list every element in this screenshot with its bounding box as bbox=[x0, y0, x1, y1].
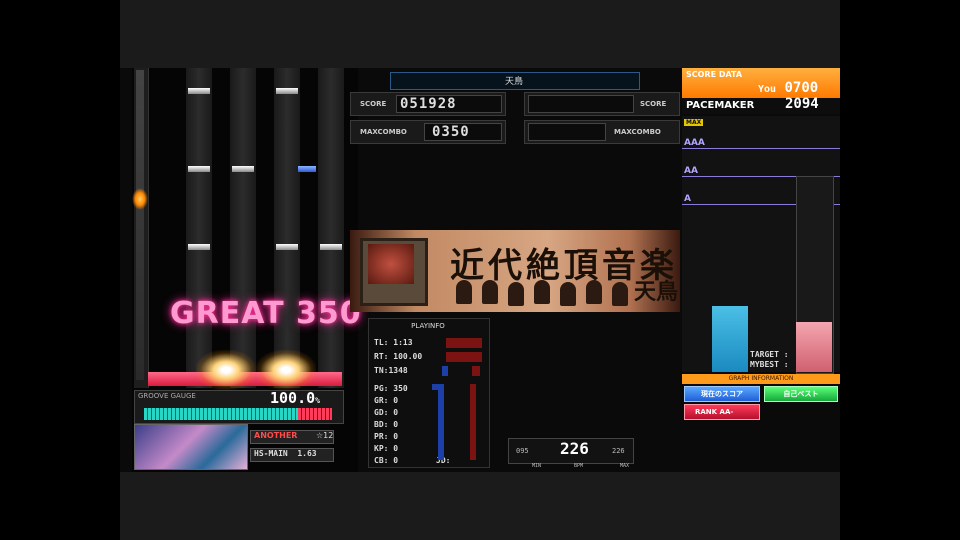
playinfo-bar bbox=[446, 352, 482, 362]
song-jacket-image bbox=[134, 424, 248, 470]
note bbox=[188, 88, 210, 94]
turntable-glow bbox=[132, 188, 148, 210]
pacemaker-value: 2094 bbox=[785, 96, 819, 112]
note bbox=[298, 166, 316, 172]
note bbox=[188, 166, 210, 172]
playinfo-pr: PR: 0 bbox=[374, 432, 399, 441]
game-screen: GREAT 350 GROOVE GAUGE 100.0% ANOTHER ☆1… bbox=[120, 0, 840, 540]
note bbox=[276, 88, 298, 94]
lane-1 bbox=[186, 68, 212, 388]
playinfo-gd: GD: 0 bbox=[374, 408, 399, 417]
graph-bar-target bbox=[796, 322, 832, 372]
playinfo-bd: BD: 0 bbox=[374, 420, 399, 429]
grade-label-aaa: AAA bbox=[684, 138, 705, 148]
grade-label-a: A bbox=[684, 194, 691, 204]
lane-2 bbox=[230, 68, 256, 388]
grade-line-aaa bbox=[682, 148, 840, 149]
playinfo-graph-bar bbox=[438, 390, 444, 460]
banner-subtitle: 天鳥 bbox=[634, 279, 679, 305]
rank-badge: RANK AA- bbox=[684, 404, 760, 420]
playinfo-kp: KP: 0 bbox=[374, 444, 399, 453]
score-value: 051928 bbox=[400, 96, 457, 112]
graph-bar-you bbox=[712, 306, 748, 372]
bpm-label: BPM bbox=[574, 463, 584, 469]
target-label: TARGET : bbox=[750, 350, 789, 359]
letterbox-bottom bbox=[120, 472, 840, 540]
playinfo-pg: PG: 350 bbox=[374, 384, 408, 393]
playinfo-gr: GR: 0 bbox=[374, 396, 399, 405]
bpm-min: 095 bbox=[516, 447, 529, 455]
playinfo-bar bbox=[446, 338, 482, 348]
hispeed-label: HS-MAIN 1.63 bbox=[254, 449, 317, 458]
groove-gauge-clear-zone bbox=[298, 408, 332, 420]
grade-label-aa: AA bbox=[684, 166, 698, 176]
self-best-button[interactable]: 自己ベスト bbox=[764, 386, 838, 402]
rank-label: RANK AA- bbox=[695, 408, 734, 416]
letterbox-top bbox=[120, 0, 840, 68]
note bbox=[320, 244, 342, 250]
playinfo-graph-bar bbox=[470, 384, 476, 460]
self-best-button-label: 自己ベスト bbox=[783, 390, 819, 398]
playinfo-bar bbox=[442, 366, 448, 376]
difficulty-name: ANOTHER bbox=[254, 431, 298, 440]
hit-flash bbox=[196, 350, 256, 390]
playinfo-tl: TL: 1:13 bbox=[374, 338, 413, 347]
current-score-button-label: 現在のスコア bbox=[701, 390, 743, 398]
score-label: SCORE bbox=[360, 100, 387, 108]
playinfo-bar bbox=[472, 366, 480, 376]
playinfo-title: PLAYINFO bbox=[411, 322, 445, 330]
rival-maxcombo-box bbox=[528, 123, 606, 141]
note bbox=[232, 166, 254, 172]
groove-gauge-label: GROOVE GAUGE bbox=[138, 392, 196, 400]
lane-3 bbox=[274, 68, 300, 388]
graph-info-label: GRAPH INFORMATION bbox=[728, 375, 794, 382]
lane-4 bbox=[318, 68, 344, 388]
bpm-min-label: MIN bbox=[532, 463, 542, 469]
bpm-current: 226 bbox=[560, 439, 589, 458]
bpm-max: 226 bbox=[612, 447, 625, 455]
playinfo-rt: RT: 100.00 bbox=[374, 352, 423, 361]
max-badge: MAX bbox=[684, 119, 704, 126]
you-score: You 0700 bbox=[758, 80, 819, 96]
judge-display: GREAT 350 bbox=[170, 296, 362, 331]
pacemaker-label: PACEMAKER bbox=[686, 100, 755, 111]
banner-tv-screen bbox=[368, 244, 414, 284]
lane-cover bbox=[136, 70, 144, 380]
playinfo-tn: TN:1348 bbox=[374, 366, 408, 375]
maxcombo-label: MAXCOMBO bbox=[360, 128, 407, 136]
score-data-title: SCORE DATA bbox=[686, 70, 743, 79]
note bbox=[188, 244, 210, 250]
mybest-label: MYBEST : bbox=[750, 360, 789, 369]
note bbox=[276, 244, 298, 250]
current-score-button[interactable]: 現在のスコア bbox=[684, 386, 760, 402]
rival-score-label: SCORE bbox=[640, 100, 667, 108]
song-title: 天鳥 bbox=[504, 77, 523, 87]
playinfo-cb: CB: 0 bbox=[374, 456, 399, 465]
rival-maxcombo-label: MAXCOMBO bbox=[614, 128, 661, 136]
maxcombo-value: 0350 bbox=[432, 124, 470, 140]
bpm-max-label: MAX bbox=[620, 463, 630, 469]
hit-flash bbox=[256, 350, 316, 390]
rival-score-box bbox=[528, 95, 634, 113]
difficulty-level: ☆12 bbox=[316, 431, 334, 440]
groove-gauge-percent: 100.0% bbox=[270, 389, 320, 407]
